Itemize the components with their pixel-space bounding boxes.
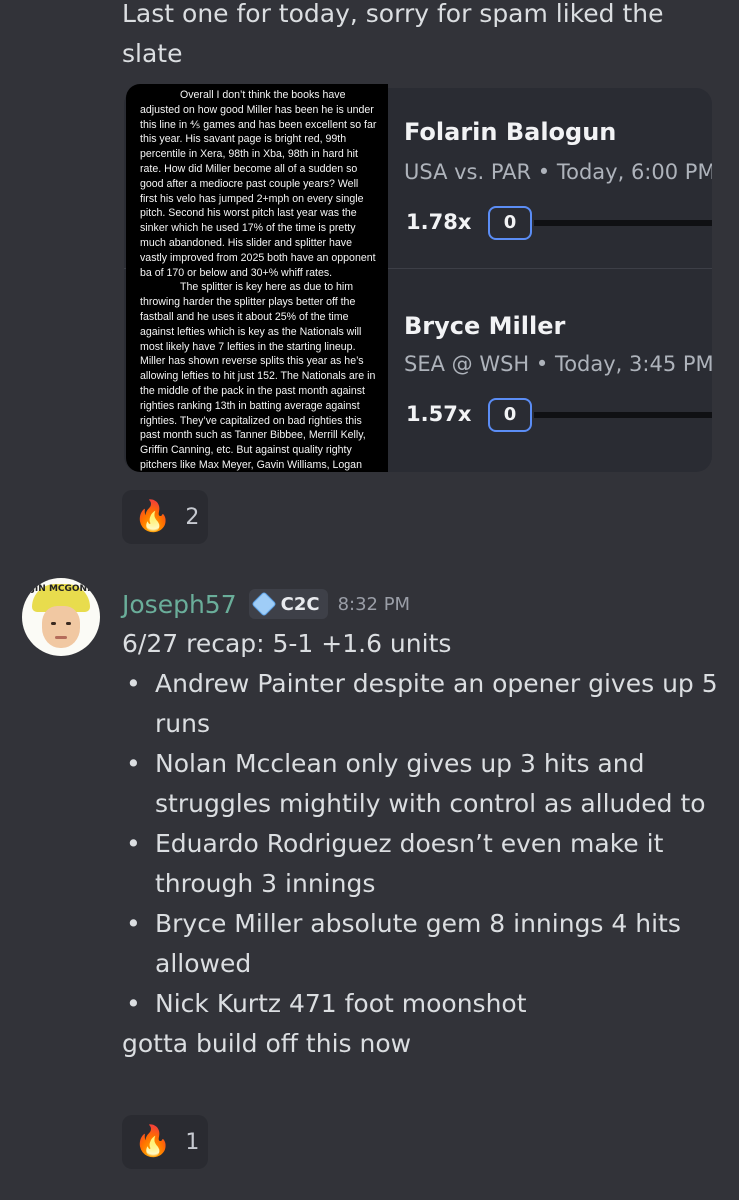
note-paragraph: Overall I don’t think the books have adj…: [140, 89, 377, 279]
pick-multiplier: 1.57x: [406, 402, 472, 426]
mouth-shape: [55, 636, 67, 639]
pick-slider-track: [534, 412, 712, 418]
pick-name: Bryce Miller: [404, 312, 566, 340]
timestamp: 8:32 PM: [337, 593, 411, 615]
reaction-fire[interactable]: 🔥 1: [122, 1115, 208, 1169]
server-tag-label: C2C: [280, 593, 320, 615]
pick-value-box: 0: [488, 206, 532, 240]
recap-list: Andrew Painter despite an opener gives u…: [122, 664, 722, 1024]
pick-game: SEA @ WSH • Today, 3:45 PM: [404, 352, 712, 376]
eye-shape: [51, 622, 56, 625]
avatar[interactable]: JIN MCGONI: [22, 578, 100, 656]
gem-icon: [250, 591, 277, 617]
message-outro: gotta build off this now: [122, 1029, 412, 1058]
list-item: Nick Kurtz 471 foot moonshot: [122, 984, 722, 1024]
eye-shape: [66, 622, 71, 625]
list-item: Andrew Painter despite an opener gives u…: [122, 664, 722, 744]
previous-message-text: Last one for today, sorry for spam liked…: [122, 0, 664, 68]
note-paragraph: The splitter is key here as due to him t…: [140, 281, 376, 471]
fire-emoji-icon: 🔥: [134, 499, 172, 534]
pick-name: Folarin Balogun: [404, 118, 617, 146]
list-item: Bryce Miller absolute gem 8 innings 4 hi…: [122, 904, 722, 984]
pick-multiplier: 1.78x: [406, 210, 472, 234]
cap-text: JIN MCGONI: [31, 584, 91, 594]
pick-value-box: 0: [488, 398, 532, 432]
server-tag[interactable]: C2C: [248, 589, 328, 619]
reaction-count: 1: [185, 1129, 200, 1155]
list-item: Nolan Mcclean only gives up 3 hits and s…: [122, 744, 722, 824]
face-shape: [42, 606, 80, 648]
message-body: 6/27 recap: 5-1 +1.6 units Andrew Painte…: [122, 624, 722, 1064]
pick-game: USA vs. PAR • Today, 6:00 PM: [404, 160, 712, 184]
pick-slider-track: [534, 220, 712, 226]
chat-view: Last one for today, sorry for spam liked…: [0, 0, 739, 1200]
analysis-note: Overall I don’t think the books have adj…: [126, 84, 388, 472]
fire-emoji-icon: 🔥: [134, 1124, 172, 1159]
reaction-fire[interactable]: 🔥 2: [122, 490, 208, 544]
message-intro: 6/27 recap: 5-1 +1.6 units: [122, 629, 452, 658]
username[interactable]: Joseph57: [122, 590, 237, 619]
list-item: Eduardo Rodriguez doesn’t even make it t…: [122, 824, 722, 904]
reaction-count: 2: [185, 504, 200, 530]
attached-image[interactable]: Folarin Balogun USA vs. PAR • Today, 6:0…: [124, 84, 714, 472]
message-header: Joseph57 C2C 8:32 PM: [122, 586, 410, 622]
